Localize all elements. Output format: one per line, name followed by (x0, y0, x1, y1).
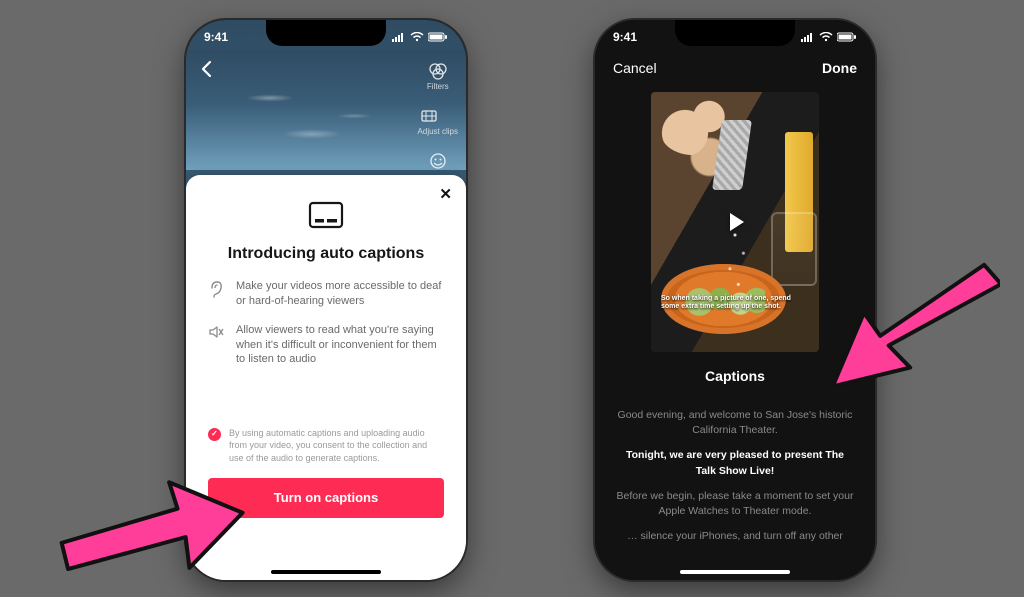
cancel-button[interactable]: Cancel (613, 60, 657, 76)
mute-icon (208, 324, 226, 368)
bullet-accessibility-text: Make your videos more accessible to deaf… (236, 279, 444, 309)
phone-notch (266, 20, 386, 46)
captions-heading: Captions (705, 368, 765, 384)
caption-line[interactable]: … silence your iPhones, and turn off any… (615, 529, 855, 544)
captions-hero-icon (308, 201, 344, 231)
play-icon[interactable] (718, 205, 752, 239)
filters-label: Filters (427, 82, 449, 91)
phone-notch (675, 20, 795, 46)
turn-on-captions-button[interactable]: Turn on captions (208, 478, 444, 518)
caption-line[interactable]: Good evening, and welcome to San Jose's … (615, 408, 855, 438)
captions-transcript[interactable]: Good evening, and welcome to San Jose's … (615, 398, 855, 555)
status-time: 9:41 (204, 30, 228, 44)
status-time: 9:41 (613, 30, 637, 44)
wifi-icon (410, 32, 424, 42)
consent-text: By using automatic captions and uploadin… (229, 427, 444, 463)
signal-icon (801, 32, 815, 42)
battery-icon (428, 32, 448, 42)
auto-captions-sheet: ✕ Introducing auto captions Make your vi… (186, 175, 466, 580)
caption-line[interactable]: Before we begin, please take a moment to… (615, 489, 855, 519)
home-indicator[interactable] (271, 570, 381, 574)
captions-header-row: Captions (595, 368, 875, 384)
voice-effects-button[interactable] (427, 150, 449, 172)
back-chevron-icon[interactable] (200, 60, 214, 84)
phone-mockup-left: 9:41 Filters Adjust clips (186, 20, 466, 580)
home-indicator[interactable] (680, 570, 790, 574)
adjust-clips-icon (418, 105, 440, 127)
voice-icon (427, 150, 449, 172)
comparison-graphic: 9:41 Filters Adjust clips (0, 0, 1024, 597)
edit-captions-icon[interactable] (835, 366, 853, 387)
bullet-readability-text: Allow viewers to read what you're saying… (236, 323, 444, 368)
caption-line-active[interactable]: Tonight, we are very pleased to present … (615, 448, 855, 478)
bullet-accessibility: Make your videos more accessible to deaf… (208, 279, 444, 309)
adjust-clips-button[interactable]: Adjust clips (418, 105, 458, 136)
editor-side-toolbar: Filters Adjust clips (418, 60, 458, 172)
close-icon[interactable]: ✕ (439, 185, 452, 203)
filters-icon (427, 60, 449, 82)
sheet-title: Introducing auto captions (208, 245, 444, 263)
consent-check-icon[interactable]: ✓ (208, 428, 221, 441)
bullet-readability: Allow viewers to read what you're saying… (208, 323, 444, 368)
consent-row[interactable]: ✓ By using automatic captions and upload… (208, 427, 444, 463)
signal-icon (392, 32, 406, 42)
phone-mockup-right: 9:41 Cancel Done So when taking a pi (595, 20, 875, 580)
in-video-caption: So when taking a picture of one, spend s… (661, 295, 791, 313)
done-button[interactable]: Done (822, 60, 857, 76)
filters-button[interactable]: Filters (427, 60, 449, 91)
wifi-icon (819, 32, 833, 42)
editor-top-bar: Cancel Done (613, 60, 857, 76)
ear-icon (208, 280, 226, 309)
adjust-clips-label: Adjust clips (418, 127, 458, 136)
battery-icon (837, 32, 857, 42)
video-preview[interactable]: So when taking a picture of one, spend s… (651, 92, 819, 352)
